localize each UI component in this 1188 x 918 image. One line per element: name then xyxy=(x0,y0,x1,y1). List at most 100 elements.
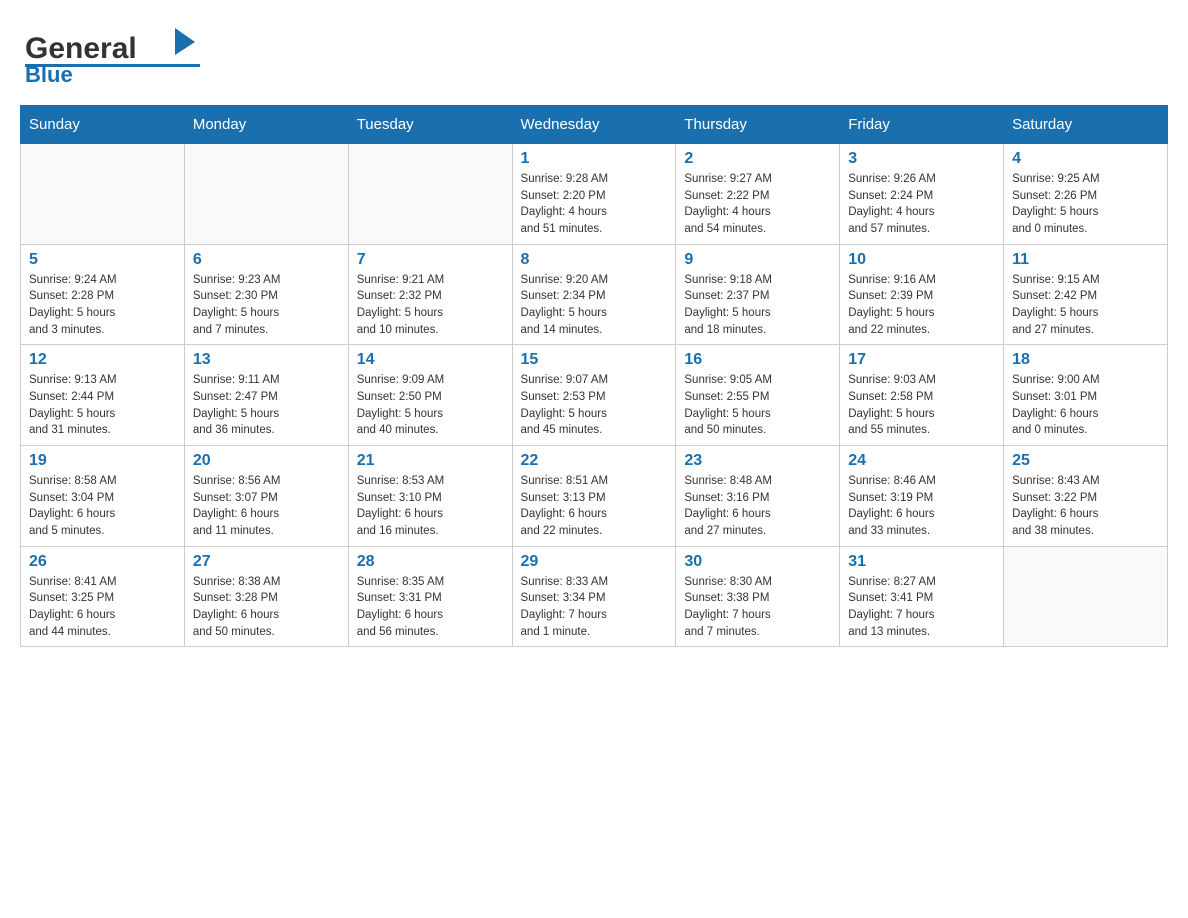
calendar-cell: 27 Sunrise: 8:38 AM Sunset: 3:28 PM Dayli… xyxy=(184,546,348,647)
day-number: 3 xyxy=(848,150,995,168)
calendar-cell: 9Sunrise: 9:18 AM Sunset: 2:37 PM Daylig… xyxy=(676,244,840,345)
day-number: 8 xyxy=(521,251,668,269)
svg-text:Blue: Blue xyxy=(25,62,73,85)
day-number: 17 xyxy=(848,351,995,369)
day-info: Sunrise: 9:13 AM Sunset: 2:44 PM Dayligh… xyxy=(29,372,176,439)
calendar-cell: 1 Sunrise: 9:28 AM Sunset: 2:20 PM Daylig… xyxy=(512,144,676,245)
calendar-cell: 25Sunrise: 8:43 AM Sunset: 3:22 PM Dayli… xyxy=(1004,446,1168,547)
day-number: 27 xyxy=(193,553,340,571)
day-number: 13 xyxy=(193,351,340,369)
calendar-table: SundayMondayTuesdayWednesdayThursdayFrid… xyxy=(20,105,1168,647)
day-info: Sunrise: 9:28 AM Sunset: 2:20 PM Dayligh… xyxy=(521,171,668,238)
day-number: 14 xyxy=(357,351,504,369)
day-info: Sunrise: 8:48 AM Sunset: 3:16 PM Dayligh… xyxy=(684,473,831,540)
day-info: Sunrise: 8:35 AM Sunset: 3:31 PM Dayligh… xyxy=(357,574,504,641)
day-number: 24 xyxy=(848,452,995,470)
calendar-cell: 10 Sunrise: 9:16 AM Sunset: 2:39 PM Dayli… xyxy=(840,244,1004,345)
day-info: Sunrise: 9:07 AM Sunset: 2:53 PM Dayligh… xyxy=(521,372,668,439)
logo-svg: General Blue xyxy=(20,20,210,85)
day-number: 9 xyxy=(684,251,831,269)
week-row-3: 12 Sunrise: 9:13 AM Sunset: 2:44 PM Dayli… xyxy=(21,345,1168,446)
calendar-cell: 21Sunrise: 8:53 AM Sunset: 3:10 PM Dayli… xyxy=(348,446,512,547)
calendar-cell: 17 Sunrise: 9:03 AM Sunset: 2:58 PM Dayli… xyxy=(840,345,1004,446)
calendar-cell: 31 Sunrise: 8:27 AM Sunset: 3:41 PM Dayli… xyxy=(840,546,1004,647)
calendar-cell: 12 Sunrise: 9:13 AM Sunset: 2:44 PM Dayli… xyxy=(21,345,185,446)
day-info: Sunrise: 8:58 AM Sunset: 3:04 PM Dayligh… xyxy=(29,473,176,540)
day-number: 19 xyxy=(29,452,176,470)
day-info: Sunrise: 9:20 AM Sunset: 2:34 PM Dayligh… xyxy=(521,272,668,339)
calendar-cell: 4 Sunrise: 9:25 AM Sunset: 2:26 PM Daylig… xyxy=(1004,144,1168,245)
day-info: Sunrise: 9:21 AM Sunset: 2:32 PM Dayligh… xyxy=(357,272,504,339)
day-info: Sunrise: 9:05 AM Sunset: 2:55 PM Dayligh… xyxy=(684,372,831,439)
day-info: Sunrise: 9:09 AM Sunset: 2:50 PM Dayligh… xyxy=(357,372,504,439)
day-number: 1 xyxy=(521,150,668,168)
day-number: 16 xyxy=(684,351,831,369)
calendar-cell: 13 Sunrise: 9:11 AM Sunset: 2:47 PM Dayli… xyxy=(184,345,348,446)
calendar-cell: 29Sunrise: 8:33 AM Sunset: 3:34 PM Dayli… xyxy=(512,546,676,647)
day-info: Sunrise: 9:16 AM Sunset: 2:39 PM Dayligh… xyxy=(848,272,995,339)
svg-text:General: General xyxy=(25,32,137,65)
day-number: 2 xyxy=(684,150,831,168)
day-info: Sunrise: 8:27 AM Sunset: 3:41 PM Dayligh… xyxy=(848,574,995,641)
col-header-sunday: Sunday xyxy=(21,106,185,144)
logo: General Blue xyxy=(20,20,210,85)
day-number: 28 xyxy=(357,553,504,571)
day-number: 21 xyxy=(357,452,504,470)
day-number: 12 xyxy=(29,351,176,369)
day-info: Sunrise: 9:23 AM Sunset: 2:30 PM Dayligh… xyxy=(193,272,340,339)
day-info: Sunrise: 8:38 AM Sunset: 3:28 PM Dayligh… xyxy=(193,574,340,641)
calendar-cell: 23 Sunrise: 8:48 AM Sunset: 3:16 PM Dayli… xyxy=(676,446,840,547)
calendar-cell: 24 Sunrise: 8:46 AM Sunset: 3:19 PM Dayli… xyxy=(840,446,1004,547)
day-number: 25 xyxy=(1012,452,1159,470)
day-number: 22 xyxy=(521,452,668,470)
day-info: Sunrise: 9:27 AM Sunset: 2:22 PM Dayligh… xyxy=(684,171,831,238)
day-number: 7 xyxy=(357,251,504,269)
calendar-cell: 15 Sunrise: 9:07 AM Sunset: 2:53 PM Dayli… xyxy=(512,345,676,446)
day-number: 6 xyxy=(193,251,340,269)
day-info: Sunrise: 9:26 AM Sunset: 2:24 PM Dayligh… xyxy=(848,171,995,238)
day-number: 15 xyxy=(521,351,668,369)
calendar-cell xyxy=(348,144,512,245)
day-info: Sunrise: 8:46 AM Sunset: 3:19 PM Dayligh… xyxy=(848,473,995,540)
day-info: Sunrise: 9:15 AM Sunset: 2:42 PM Dayligh… xyxy=(1012,272,1159,339)
day-number: 23 xyxy=(684,452,831,470)
calendar-cell: 28 Sunrise: 8:35 AM Sunset: 3:31 PM Dayli… xyxy=(348,546,512,647)
logo-image: General Blue xyxy=(20,20,210,85)
calendar-cell: 3 Sunrise: 9:26 AM Sunset: 2:24 PM Daylig… xyxy=(840,144,1004,245)
calendar-cell: 16 Sunrise: 9:05 AM Sunset: 2:55 PM Dayli… xyxy=(676,345,840,446)
calendar-cell: 19 Sunrise: 8:58 AM Sunset: 3:04 PM Dayli… xyxy=(21,446,185,547)
day-number: 29 xyxy=(521,553,668,571)
week-row-4: 19 Sunrise: 8:58 AM Sunset: 3:04 PM Dayli… xyxy=(21,446,1168,547)
calendar-cell: 2 Sunrise: 9:27 AM Sunset: 2:22 PM Daylig… xyxy=(676,144,840,245)
day-info: Sunrise: 9:03 AM Sunset: 2:58 PM Dayligh… xyxy=(848,372,995,439)
calendar-cell xyxy=(21,144,185,245)
week-row-1: 1 Sunrise: 9:28 AM Sunset: 2:20 PM Daylig… xyxy=(21,144,1168,245)
col-header-monday: Monday xyxy=(184,106,348,144)
calendar-cell: 22 Sunrise: 8:51 AM Sunset: 3:13 PM Dayli… xyxy=(512,446,676,547)
day-info: Sunrise: 8:41 AM Sunset: 3:25 PM Dayligh… xyxy=(29,574,176,641)
day-number: 30 xyxy=(684,553,831,571)
day-number: 4 xyxy=(1012,150,1159,168)
week-row-5: 26Sunrise: 8:41 AM Sunset: 3:25 PM Dayli… xyxy=(21,546,1168,647)
calendar-cell: 6 Sunrise: 9:23 AM Sunset: 2:30 PM Daylig… xyxy=(184,244,348,345)
day-number: 10 xyxy=(848,251,995,269)
calendar-cell: 20Sunrise: 8:56 AM Sunset: 3:07 PM Dayli… xyxy=(184,446,348,547)
page-header: General Blue xyxy=(20,20,1168,85)
col-header-tuesday: Tuesday xyxy=(348,106,512,144)
day-info: Sunrise: 8:51 AM Sunset: 3:13 PM Dayligh… xyxy=(521,473,668,540)
calendar-cell: 7 Sunrise: 9:21 AM Sunset: 2:32 PM Daylig… xyxy=(348,244,512,345)
col-header-wednesday: Wednesday xyxy=(512,106,676,144)
day-info: Sunrise: 9:00 AM Sunset: 3:01 PM Dayligh… xyxy=(1012,372,1159,439)
calendar-cell: 11Sunrise: 9:15 AM Sunset: 2:42 PM Dayli… xyxy=(1004,244,1168,345)
day-info: Sunrise: 9:11 AM Sunset: 2:47 PM Dayligh… xyxy=(193,372,340,439)
calendar-header-row: SundayMondayTuesdayWednesdayThursdayFrid… xyxy=(21,106,1168,144)
col-header-thursday: Thursday xyxy=(676,106,840,144)
calendar-cell: 8 Sunrise: 9:20 AM Sunset: 2:34 PM Daylig… xyxy=(512,244,676,345)
col-header-saturday: Saturday xyxy=(1004,106,1168,144)
day-number: 31 xyxy=(848,553,995,571)
day-info: Sunrise: 9:24 AM Sunset: 2:28 PM Dayligh… xyxy=(29,272,176,339)
calendar-cell xyxy=(1004,546,1168,647)
calendar-cell xyxy=(184,144,348,245)
calendar-cell: 18Sunrise: 9:00 AM Sunset: 3:01 PM Dayli… xyxy=(1004,345,1168,446)
day-info: Sunrise: 9:25 AM Sunset: 2:26 PM Dayligh… xyxy=(1012,171,1159,238)
